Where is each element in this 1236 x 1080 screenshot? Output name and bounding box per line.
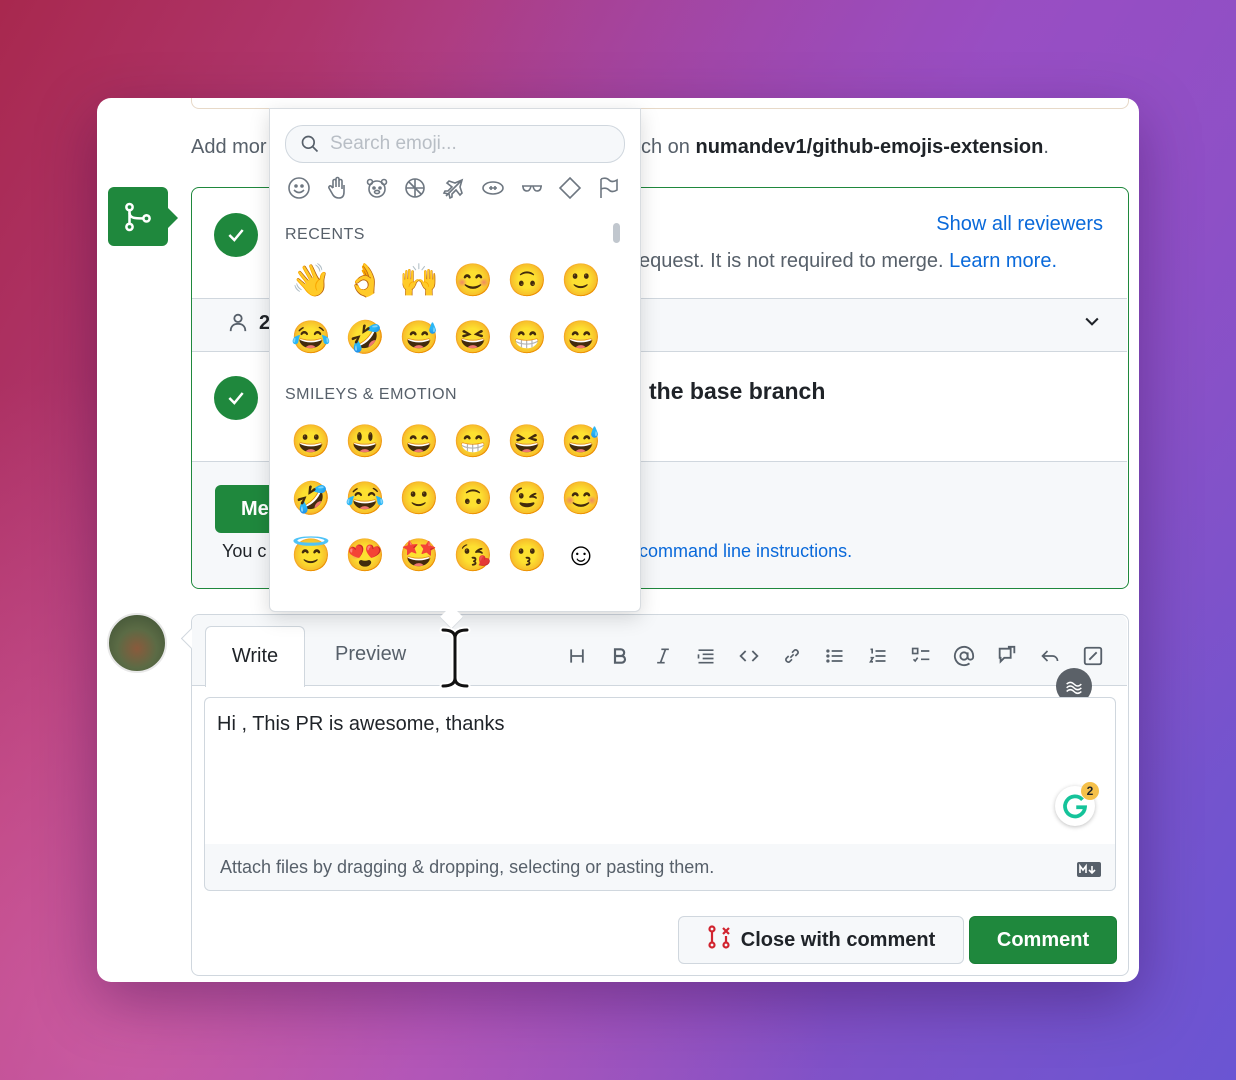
emoji-item[interactable]: 😄: [392, 412, 446, 469]
emoji-item[interactable]: 😆: [500, 412, 554, 469]
emoji-item[interactable]: 😂: [284, 308, 338, 365]
show-all-reviewers-link[interactable]: Show all reviewers: [936, 213, 1103, 236]
emoji-category-bar: [284, 173, 624, 203]
chevron-down-icon[interactable]: [1082, 311, 1102, 336]
emoji-search-input[interactable]: [328, 129, 612, 159]
emoji-item[interactable]: 😅: [554, 412, 608, 469]
emoji-item[interactable]: 😘: [446, 526, 500, 583]
mention-icon[interactable]: [942, 641, 985, 671]
recents-title: RECENTS: [285, 226, 365, 243]
emoji-item[interactable]: 🤣: [284, 469, 338, 526]
branch-status-title: the base branch: [649, 378, 826, 404]
browser-window: Add mor ch on numandev1/github-emojis-ex…: [97, 98, 1139, 982]
emoji-item[interactable]: 😗: [500, 526, 554, 583]
emoji-item[interactable]: 😃: [338, 412, 392, 469]
objects-icon[interactable]: [517, 173, 547, 203]
reference-icon[interactable]: [985, 641, 1028, 671]
emoji-item[interactable]: 🙂: [554, 251, 608, 308]
emoji-item[interactable]: 🙃: [500, 251, 554, 308]
travel-icon[interactable]: [439, 173, 469, 203]
period: .: [1043, 136, 1049, 158]
smileys-grid: 😀 😃 😄 😁 😆 😅 🤣 😂 🙂 🙃 😉 😊 😇 😍 🤩 😘 😗 ☺: [284, 412, 606, 583]
reply-icon[interactable]: [1028, 641, 1071, 671]
picker-scrollbar[interactable]: [613, 223, 620, 243]
hand-icon[interactable]: [323, 173, 353, 203]
close-with-comment-button[interactable]: Close with comment: [678, 916, 964, 964]
attach-files-text: Attach files by dragging & dropping, sel…: [220, 857, 715, 877]
merge-pointer: [168, 208, 178, 228]
flags-icon[interactable]: [594, 173, 624, 203]
emoji-item[interactable]: 😅: [392, 308, 446, 365]
tab-write[interactable]: Write: [205, 626, 305, 687]
repo-name[interactable]: numandev1/github-emojis-extension: [696, 136, 1044, 158]
emoji-item[interactable]: 😊: [554, 469, 608, 526]
comment-button[interactable]: Comment: [969, 916, 1117, 964]
pull-request-closed-icon: [707, 924, 731, 956]
close-with-comment-label: Close with comment: [740, 928, 936, 951]
add-more-text: Add mor: [191, 136, 267, 158]
emoji-item[interactable]: 🙌: [392, 251, 446, 308]
review-status-text: equest. It is not required to merge. Lea…: [639, 250, 1057, 273]
task-list-icon[interactable]: [899, 641, 942, 671]
avatar[interactable]: [107, 613, 167, 673]
smileys-icon[interactable]: [284, 173, 314, 203]
emoji-item[interactable]: 🙂: [392, 469, 446, 526]
learn-more-link[interactable]: Learn more.: [949, 250, 1057, 272]
check-icon: [214, 376, 258, 420]
emoji-item[interactable]: 😂: [338, 469, 392, 526]
not-required-text: equest. It is not required to merge.: [639, 250, 944, 272]
emoji-item[interactable]: 😊: [446, 251, 500, 308]
emoji-item[interactable]: 😁: [500, 308, 554, 365]
you-can-text: You c: [222, 541, 267, 561]
unordered-list-icon[interactable]: [813, 641, 856, 671]
food-icon[interactable]: [400, 173, 430, 203]
smileys-title: SMILEYS & EMOTION: [285, 386, 458, 403]
emoji-picker: RECENTS 👋👌🙌😊🙃🙂😂🤣😅😆😁😄 SMILEYS & EMOTION 😀…: [269, 108, 641, 612]
italic-icon[interactable]: [641, 641, 684, 671]
command-line-link[interactable]: command line instructions.: [639, 541, 852, 562]
person-icon: [227, 310, 249, 339]
emoji-item[interactable]: 😄: [554, 308, 608, 365]
recents-grid: 👋 👌 🙌 😊 🙃 🙂 😂 🤣 😅 😆 😁 😄: [284, 251, 606, 365]
fullscreen-icon[interactable]: [1071, 641, 1114, 671]
emoji-item[interactable]: 😉: [500, 469, 554, 526]
text-cursor-icon: [437, 626, 473, 695]
heading-icon[interactable]: [555, 641, 598, 671]
emoji-item[interactable]: 🤣: [338, 308, 392, 365]
emoji-item[interactable]: 👋: [284, 251, 338, 308]
activity-icon[interactable]: [478, 173, 508, 203]
animal-icon[interactable]: [362, 173, 392, 203]
emoji-item[interactable]: 😍: [338, 526, 392, 583]
search-icon: [300, 134, 320, 159]
quote-icon[interactable]: [684, 641, 727, 671]
emoji-item[interactable]: 🙃: [446, 469, 500, 526]
ordered-list-icon[interactable]: [856, 641, 899, 671]
emoji-item[interactable]: 😁: [446, 412, 500, 469]
emoji-item[interactable]: 😆: [446, 308, 500, 365]
emoji-item[interactable]: 😇: [284, 526, 338, 583]
emoji-item[interactable]: 🤩: [392, 526, 446, 583]
emoji-item[interactable]: 😀: [284, 412, 338, 469]
emoji-search[interactable]: [285, 125, 625, 163]
tab-preview[interactable]: Preview: [335, 643, 406, 666]
emoji-item[interactable]: ☺: [554, 526, 608, 583]
git-merge-icon: [108, 187, 168, 246]
comment-text: Hi , This PR is awesome, thanks: [217, 713, 505, 735]
emoji-item[interactable]: 👌: [338, 251, 392, 308]
symbols-icon[interactable]: [555, 173, 585, 203]
check-icon: [214, 213, 258, 257]
branch-prefix: ch on: [641, 136, 690, 158]
markdown-toolbar: [555, 641, 1114, 671]
link-icon[interactable]: [770, 641, 813, 671]
markdown-icon: [1077, 862, 1101, 882]
branch-info: ch on numandev1/github-emojis-extension.: [641, 136, 1049, 159]
code-icon[interactable]: [727, 641, 770, 671]
bold-icon[interactable]: [598, 641, 641, 671]
grammarly-badge: 2: [1081, 782, 1099, 800]
